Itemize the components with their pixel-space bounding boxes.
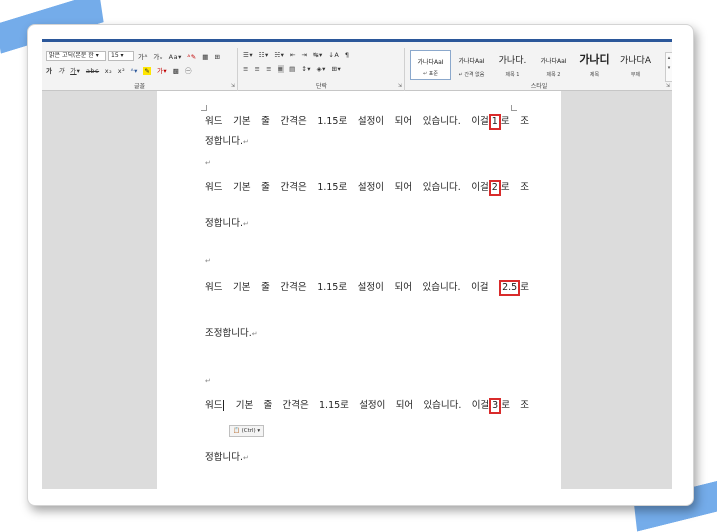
text-effects-icon[interactable]: ᴬ▾ [131,67,138,75]
chevron-down-icon[interactable]: ▾ [666,63,672,73]
superscript-icon[interactable]: x² [118,67,125,75]
align-left-icon[interactable]: ≡ [243,65,249,73]
grow-font-icon[interactable]: 가ᴬ [138,51,148,61]
highlight-line-spacing-value: 2.5 [499,280,521,296]
font-color-icon[interactable]: 가▾ [157,65,167,75]
styles-dialog-launcher-icon[interactable]: ⇲ [666,83,670,89]
margin-corner-mark [511,105,517,111]
enclose-characters-icon[interactable]: ⊞ [214,53,220,61]
ribbon: 맑은 고딕(본문 한 ▾ 15 ▾ 가ᴬ 가ᵥ Aa▾ ᴬ✎ ▦ ⊞ 가 가 가… [42,39,672,92]
font-name-box[interactable]: 맑은 고딕(본문 한 ▾ [46,51,106,61]
decrease-indent-icon[interactable]: ⇤ [290,51,296,59]
paragraph-mark-icon: ↵ [205,257,211,265]
increase-indent-icon[interactable]: ⇥ [302,51,308,59]
justify-icon[interactable]: ≣ [277,65,284,73]
empty-paragraph[interactable]: ↵ [205,157,529,168]
highlight-color-icon[interactable]: ✎ [143,67,152,75]
bold-icon[interactable]: 가 [46,65,52,75]
paragraph-2-line-2[interactable]: 정합니다.↵ [205,215,529,229]
paste-options-button[interactable]: 📋 (Ctrl) ▾ [229,425,265,437]
sort-icon[interactable]: ↓A [328,51,339,59]
empty-paragraph[interactable]: ↵ [205,375,529,386]
style-no-spacing[interactable]: 가나다AaI ↵ 간격 없음 [451,50,492,80]
borders-icon[interactable]: ⊞▾ [332,65,342,73]
underline-icon[interactable]: 가▾ [70,65,80,75]
paragraph-1-line-2[interactable]: 정합니다.↵ [205,133,529,147]
font-group-label: 글꼴 [133,83,146,90]
styles-gallery-scroll[interactable]: ▴ ▾ [665,52,672,82]
clear-formatting-icon[interactable]: ᴬ✎ [187,53,196,61]
paragraph-mark-icon: ↵ [242,138,249,146]
highlight-line-spacing-value: 3 [489,398,502,414]
document-page[interactable]: 워드 기본 줄 간격은 1.15로 설정이 되어 있습니다. 이걸 1 로 조 정합… [157,91,561,489]
font-group: 맑은 고딕(본문 한 ▾ 15 ▾ 가ᴬ 가ᵥ Aa▾ ᴬ✎ ▦ ⊞ 가 가 가… [42,48,238,92]
styles-group: 가나다AaI ↵ 표준 가나다AaI ↵ 간격 없음 가나다. 제목 1 가나다… [406,48,672,92]
change-case-icon[interactable]: Aa▾ [169,53,182,61]
paragraph-group: ☰▾ ☷▾ ☵▾ ⇤ ⇥ ↹▾ ↓A ¶ ≡ ≡ ≡ ≣ ▤ ↕▾ ◈▾ ⊞▾ … [239,48,405,92]
enclosed-char-icon[interactable]: ㊀ [185,65,192,75]
style-heading-2[interactable]: 가나다AaI 제목 2 [533,50,574,80]
paragraph-3-line-1[interactable]: 워드 기본 줄 간격은 1.15로 설정이 되어 있습니다. 이걸 2.5 로 [205,279,529,296]
paragraph-mark-icon: ↵ [251,330,258,338]
shading-icon[interactable]: ◈▾ [317,65,326,73]
highlight-line-spacing-value: 2 [488,180,501,196]
italic-icon[interactable]: 가 [58,65,64,75]
text-direction-icon[interactable]: ↹▾ [313,51,323,59]
font-size-dropdown-icon[interactable]: ▾ [119,52,124,59]
paragraph-4-line-2[interactable]: 정합니다.↵ [205,449,529,463]
styles-group-label: 스타일 [530,83,548,90]
multilevel-list-icon[interactable]: ☵▾ [274,51,284,59]
style-subtitle[interactable]: 가나다A 부제 [615,50,656,80]
align-right-icon[interactable]: ≡ [266,65,272,73]
subscript-icon[interactable]: x₂ [105,67,112,75]
paragraph-dialog-launcher-icon[interactable]: ⇲ [398,83,402,89]
styles-gallery: 가나다AaI ↵ 표준 가나다AaI ↵ 간격 없음 가나다. 제목 1 가나다… [410,50,672,82]
paragraph-mark-icon: ↵ [205,377,211,385]
chevron-up-icon[interactable]: ▴ [666,53,672,63]
numbering-icon[interactable]: ☷▾ [259,51,269,59]
shrink-font-icon[interactable]: 가ᵥ [153,51,163,61]
highlight-line-spacing-value: 1 [488,114,501,130]
align-center-icon[interactable]: ≡ [255,65,261,73]
paragraph-3-line-2[interactable]: 조정합니다.↵ [205,325,529,339]
style-normal[interactable]: 가나다AaI ↵ 표준 [410,50,451,80]
paragraph-2-line-1[interactable]: 워드 기본 줄 간격은 1.15로 설정이 되어 있습니다. 이걸 2 로 조 [205,179,529,196]
empty-paragraph[interactable]: ↵ [205,255,529,266]
bullets-icon[interactable]: ☰▾ [243,51,253,59]
paragraph-mark-icon: ↵ [242,454,249,462]
paragraph-mark-icon: ↵ [205,159,211,167]
clipboard-icon: 📋 [233,428,240,434]
paragraph-4-line-1[interactable]: 워드 기본 줄 간격은 1.15로 설정이 되어 있습니다. 이걸 3 로 조 [205,397,529,414]
show-marks-icon[interactable]: ¶ [345,51,350,59]
paragraph-1-line-1[interactable]: 워드 기본 줄 간격은 1.15로 설정이 되어 있습니다. 이걸 1 로 조 [205,113,529,130]
paragraph-mark-icon: ↵ [242,220,249,228]
document-area[interactable]: 워드 기본 줄 간격은 1.15로 설정이 되어 있습니다. 이걸 1 로 조 정합… [42,91,672,489]
text-cursor [223,400,225,411]
margin-corner-mark [201,105,207,111]
font-name-dropdown-icon[interactable]: ▾ [94,52,99,59]
paragraph-group-label: 단락 [315,83,328,90]
style-heading-1[interactable]: 가나다. 제목 1 [492,50,533,80]
style-title[interactable]: 가나디 제목 [574,50,615,80]
font-dialog-launcher-icon[interactable]: ⇲ [231,83,235,89]
phonetic-guide-icon[interactable]: ▦ [202,53,209,61]
distributed-icon[interactable]: ▤ [289,65,296,73]
line-spacing-icon[interactable]: ↕▾ [301,65,311,73]
word-window: 맑은 고딕(본문 한 ▾ 15 ▾ 가ᴬ 가ᵥ Aa▾ ᴬ✎ ▦ ⊞ 가 가 가… [42,39,672,489]
character-shading-icon[interactable]: ▩ [173,67,180,75]
font-size-box[interactable]: 15 ▾ [108,51,134,61]
strikethrough-icon[interactable]: abc [86,67,99,75]
screenshot-frame: 맑은 고딕(본문 한 ▾ 15 ▾ 가ᴬ 가ᵥ Aa▾ ᴬ✎ ▦ ⊞ 가 가 가… [27,24,694,506]
